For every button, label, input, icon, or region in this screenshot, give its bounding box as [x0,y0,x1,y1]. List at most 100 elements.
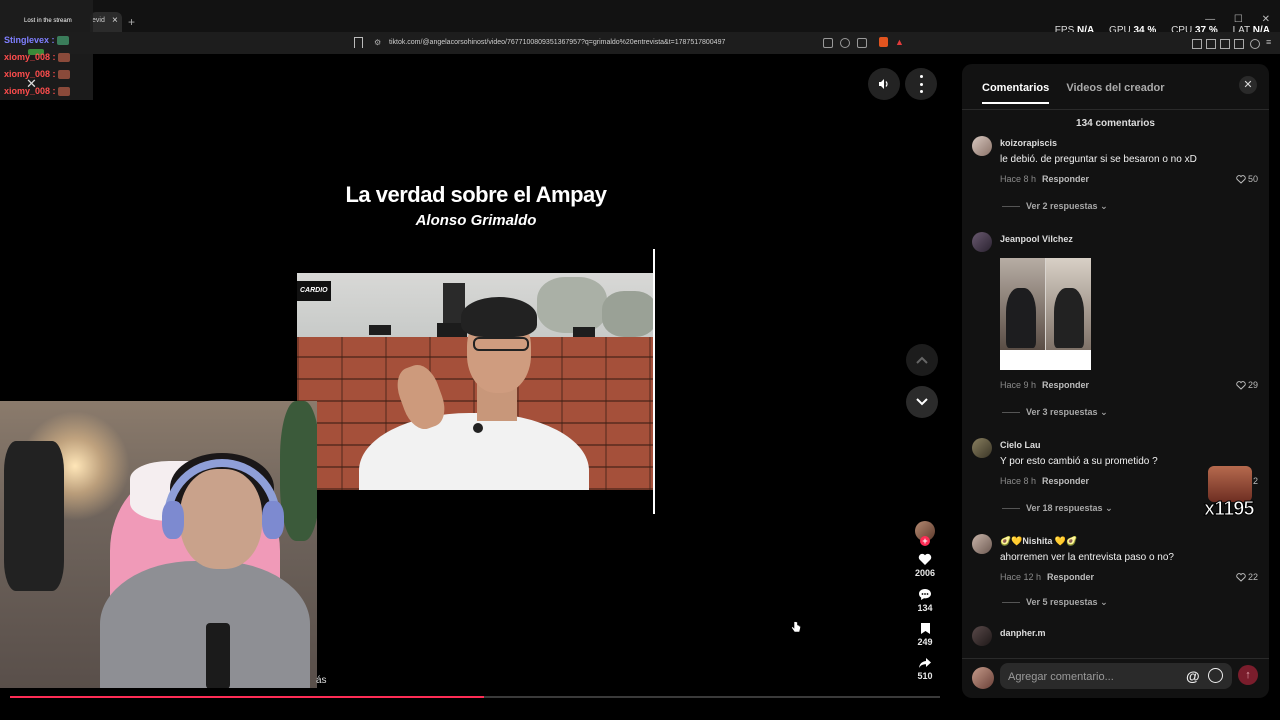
view-replies-button[interactable]: Ver 3 respuestas ⌄ [1002,407,1108,418]
chevron-down-icon: ⌄ [1100,201,1108,211]
stream-emote-overlay: x1195 [1204,466,1256,524]
video-frame[interactable]: CARDIO [297,273,655,490]
volume-button[interactable] [868,68,900,100]
url-text[interactable]: tiktok.com/@angelacorsohinost/video/7677… [389,39,725,46]
person-hair [461,297,537,337]
vpn-icon[interactable] [1250,39,1260,49]
avatar[interactable] [972,534,992,554]
chat-username: Stinglevex : [4,35,55,45]
chat-message: Stinglevex : [4,35,69,46]
stream-chat-overlay: Lost in the stream Stinglevex : xiomy_00… [0,0,93,100]
heart-outline-icon [1236,175,1246,184]
avatar[interactable] [972,438,992,458]
comment-input-box[interactable]: @ [1000,663,1232,689]
rewards-icon[interactable]: ▲ [895,37,904,47]
comment-like-count: 22 [1247,572,1258,582]
tree-shape [602,291,655,337]
reply-button[interactable]: Responder [1042,380,1089,390]
chat-message: xiomy_008 : [4,52,70,63]
chevron-down-icon: ⌄ [1100,597,1108,607]
chevron-down-icon [916,398,928,406]
divider [962,109,1269,110]
media-icon[interactable] [1192,39,1202,49]
bookmark-icon[interactable] [354,37,363,48]
reply-button[interactable]: Responder [1042,476,1089,486]
next-video-button[interactable] [906,386,938,418]
comment-like-button[interactable]: 29 [1236,380,1258,390]
comment-meta: Hace 8 h Responder [1000,476,1089,486]
minimize-icon[interactable]: — [1205,14,1215,25]
browser-tab-bar: evid × + — ☐ ✕ FPS N/A GPU 34 % CPU 37 %… [0,0,1280,36]
follow-plus-icon[interactable]: + [920,536,930,546]
comment-text: Y por esto cambió a su prometido ? [1000,456,1158,467]
menu-icon[interactable]: ≡ [1266,37,1274,47]
video-progress-bar[interactable] [10,696,940,698]
chevron-down-icon: ⌄ [1100,407,1108,417]
tab-creator-videos[interactable]: Videos del creador [1066,82,1164,102]
more-icon [919,75,923,93]
sidebar-icon[interactable] [1206,39,1216,49]
emote-icon [56,36,69,46]
close-window-icon[interactable]: ✕ [1262,14,1270,25]
reply-button[interactable]: Responder [1042,174,1089,184]
share-button[interactable]: 510 [910,657,940,681]
caption-more-text[interactable]: ás [316,675,327,686]
comment-count-label: 134 comentarios [1076,118,1155,129]
close-panel-button[interactable]: ✕ [1239,76,1257,94]
close-icon[interactable]: ✕ [26,76,37,92]
comment-like-count: 29 [1247,380,1258,390]
headphone-cup [262,501,284,539]
send-button[interactable]: ↑ [1238,665,1258,685]
comment-meta: Hace 8 h Responder [1000,174,1089,184]
emoji-icon[interactable] [1208,668,1223,683]
translate-icon[interactable] [823,38,833,48]
comment-username[interactable]: Jeanpool Vilchez [1000,234,1073,244]
comment-like-button[interactable]: 22 [1236,572,1258,582]
arrow-up-icon: ↑ [1245,669,1251,681]
save-count: 249 [917,637,933,647]
avatar[interactable] [972,136,992,156]
comment-button[interactable]: 134 [910,588,940,613]
wallet-icon[interactable] [1234,39,1244,49]
maximize-icon[interactable]: ☐ [1234,14,1243,25]
progress-fill [10,696,485,698]
avatar[interactable] [972,232,992,252]
save-button[interactable]: 249 [910,622,940,647]
browser-tab[interactable]: evid × [90,12,122,32]
view-replies-button[interactable]: Ver 5 respuestas ⌄ [1002,597,1108,608]
address-bar[interactable]: ⚙ tiktok.com/@angelacorsohinost/video/76… [0,32,1280,54]
comment-username[interactable]: 🥑💛Nishita 💛🥑 [1000,536,1077,547]
new-tab-icon[interactable]: + [128,15,135,29]
like-button[interactable]: 2006 [910,553,940,578]
comment-text: le debió. de preguntar si se besaron o n… [1000,154,1197,165]
comment-input-row: @ ↑ [962,658,1269,698]
image-caption-strip [1000,350,1091,370]
extensions-icon[interactable] [1220,39,1230,49]
brave-shield-icon[interactable] [879,37,888,47]
view-replies-button[interactable]: Ver 18 respuestas ⌄ [1002,503,1113,514]
comment-time: Hace 8 h [1000,476,1037,486]
comment-username[interactable]: koizorapiscis [1000,138,1057,148]
mention-icon[interactable]: @ [1186,668,1200,684]
emote-icon [57,87,70,97]
more-options-button[interactable] [905,68,937,100]
comment-input[interactable] [1006,667,1180,687]
tab-comments[interactable]: Comentarios [982,82,1050,104]
cast-icon[interactable] [857,38,867,48]
comment-username[interactable]: Cielo Lau [1000,440,1041,450]
comment-meta: Hace 9 h Responder [1000,380,1089,390]
comment-username[interactable]: danpher.m [1000,628,1046,638]
view-replies-button[interactable]: Ver 2 respuestas ⌄ [1002,201,1108,212]
divider [1002,206,1020,208]
zoom-icon[interactable] [840,38,850,48]
comment-image[interactable] [1000,258,1091,370]
tab-close-icon[interactable]: × [112,15,118,26]
site-info-icon[interactable]: ⚙ [374,38,381,47]
comment-like-button[interactable]: 50 [1236,174,1258,184]
avatar[interactable] [972,626,992,646]
chair-shape [4,441,64,591]
reply-button[interactable]: Responder [1047,572,1094,582]
previous-video-button[interactable] [906,344,938,376]
avatar [972,667,994,689]
comment-time: Hace 8 h [1000,174,1037,184]
